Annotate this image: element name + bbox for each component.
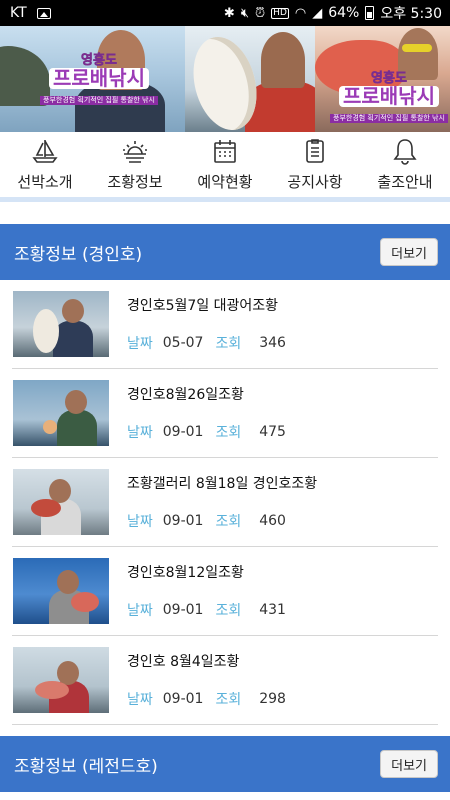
mute-icon: 🔇︎ xyxy=(240,5,250,21)
nav-reservation[interactable]: 예약현황 xyxy=(180,132,270,197)
alarm-icon: ⏰︎ xyxy=(255,5,266,21)
notice-icon xyxy=(306,139,324,163)
nav-ship-intro[interactable]: 선박소개 xyxy=(0,132,90,197)
nav-label: 공지사항 xyxy=(287,173,343,191)
thumbnail xyxy=(13,291,109,357)
more-button[interactable]: 더보기 xyxy=(380,238,438,266)
views-label: 조회 xyxy=(215,336,242,352)
views-value: 431 xyxy=(259,602,286,618)
views-value: 346 xyxy=(259,335,286,351)
section-title: 조황정보 (레전드호) xyxy=(14,756,158,777)
thumbnail xyxy=(13,469,109,535)
list-item[interactable]: 조황갤러리 8월18일 경인호조황 날짜 09-01 조회 460 xyxy=(12,458,438,547)
hd-icon: HD xyxy=(271,7,289,19)
clock: 오후 5:30 xyxy=(380,6,442,22)
nav-label: 예약현황 xyxy=(197,173,253,191)
date-value: 09-01 xyxy=(162,513,204,529)
nav-label: 출조안내 xyxy=(377,173,433,191)
signal-icon: ◢ xyxy=(312,5,323,21)
banner-photo-2 xyxy=(185,26,315,132)
main-nav: 선박소개 조황정보 예약현황 공지사항 출조안내 xyxy=(0,132,450,202)
item-title: 경인호 8월4일조황 xyxy=(127,654,240,670)
image-icon xyxy=(36,7,51,19)
calendar-icon xyxy=(214,140,236,163)
bluetooth-icon: ✱ xyxy=(223,5,235,21)
list-item[interactable]: 경인호8월12일조황 날짜 09-01 조회 431 xyxy=(12,547,438,636)
nav-notice[interactable]: 공지사항 xyxy=(270,132,360,197)
views-value: 475 xyxy=(259,424,286,440)
thumbnail xyxy=(13,380,109,446)
date-value: 09-01 xyxy=(162,424,204,440)
list-item[interactable]: 경인호 8월4일조황 날짜 09-01 조회 298 xyxy=(12,636,438,725)
hero-banner[interactable]: 영흥도 프로배낚시 풍부한경험 획기적인 집필 통찰한 낚시 영흥도 프로배낚시… xyxy=(0,26,450,132)
date-value: 09-01 xyxy=(162,602,204,618)
battery-percent: 64% xyxy=(328,5,360,21)
date-label: 날짜 xyxy=(127,692,153,708)
item-title: 조황갤러리 8월18일 경인호조황 xyxy=(127,476,318,492)
bell-icon xyxy=(393,139,417,165)
date-label: 날짜 xyxy=(127,336,153,352)
catch-report-list: 경인호5월7일 대광어조황 날짜 05-07 조회 346 경인호8월26일조황… xyxy=(0,280,450,725)
brand-logo: 영흥도 프로배낚시 풍부한경험 획기적인 집필 통찰한 낚시 xyxy=(330,72,448,123)
nav-label: 선박소개 xyxy=(17,173,73,191)
section-title: 조황정보 (경인호) xyxy=(14,244,143,265)
more-button[interactable]: 더보기 xyxy=(380,750,438,778)
views-label: 조회 xyxy=(215,514,242,530)
nav-label: 조황정보 xyxy=(107,173,163,191)
thumbnail xyxy=(13,647,109,713)
list-item[interactable]: 경인호8월26일조황 날짜 09-01 조회 475 xyxy=(12,369,438,458)
date-label: 날짜 xyxy=(127,603,153,619)
status-bar: KT ✱ 🔇︎ ⏰︎ HD ◠ ◢ 64% 오후 5:30 xyxy=(0,0,450,26)
views-value: 298 xyxy=(259,691,286,707)
item-title: 경인호8월26일조황 xyxy=(127,387,244,403)
item-title: 경인호8월12일조황 xyxy=(127,565,244,581)
views-label: 조회 xyxy=(215,603,242,619)
views-label: 조회 xyxy=(215,692,242,708)
sailboat-icon xyxy=(32,140,58,163)
date-value: 09-01 xyxy=(162,691,204,707)
battery-icon xyxy=(365,6,375,20)
views-label: 조회 xyxy=(215,425,242,441)
views-value: 460 xyxy=(259,513,286,529)
date-value: 05-07 xyxy=(162,335,204,351)
item-title: 경인호5월7일 대광어조황 xyxy=(127,298,279,314)
list-item[interactable] xyxy=(0,792,450,800)
section-header: 조황정보 (레전드호) 더보기 xyxy=(0,736,450,792)
wifi-icon: ◠ xyxy=(294,5,307,21)
thumbnail xyxy=(13,558,109,624)
section-header: 조황정보 (경인호) 더보기 xyxy=(0,224,450,280)
nav-departure-guide[interactable]: 출조안내 xyxy=(360,132,450,197)
carrier-label: KT xyxy=(10,5,27,21)
brand-logo: 영흥도 프로배낚시 풍부한경험 획기적인 집필 통찰한 낚시 xyxy=(40,54,158,105)
sunrise-icon xyxy=(123,141,147,163)
nav-catch-info[interactable]: 조황정보 xyxy=(90,132,180,197)
date-label: 날짜 xyxy=(127,514,153,530)
date-label: 날짜 xyxy=(127,425,153,441)
list-item[interactable]: 경인호5월7일 대광어조황 날짜 05-07 조회 346 xyxy=(12,280,438,369)
